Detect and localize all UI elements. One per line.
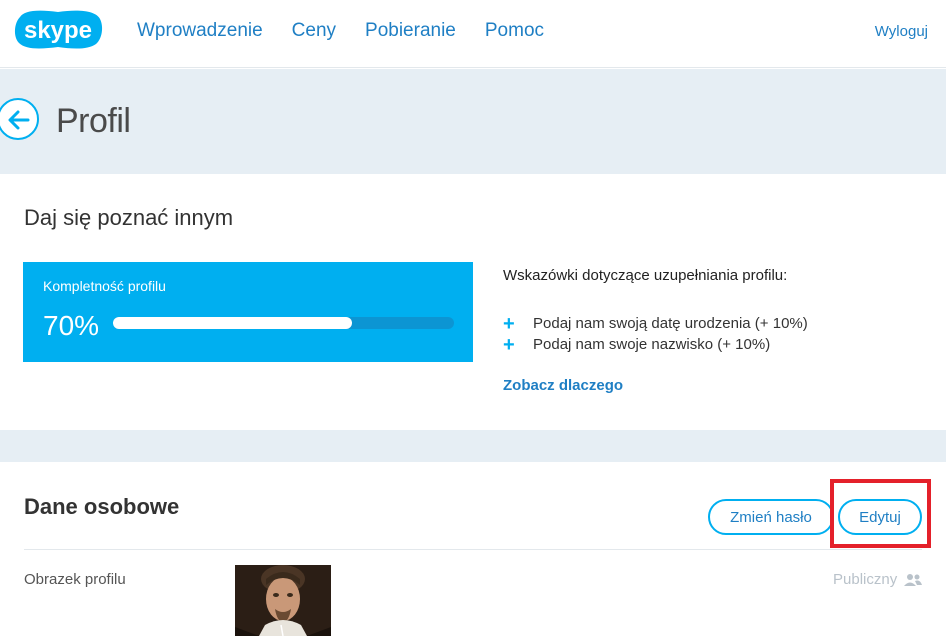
skype-logo[interactable]: skype [12,9,104,51]
section-heading-personal-data: Dane osobowe [24,494,180,519]
main-nav: Wprowadzenie Ceny Pobieranie Pomoc [137,20,544,42]
completeness-percent: 70% [43,310,100,341]
page-title: Profil [56,102,131,140]
list-item[interactable]: + Podaj nam swoje nazwisko (+ 10%) [503,334,808,355]
tip-text: Podaj nam swoje nazwisko (+ 10%) [533,336,771,353]
progress-bar-fill [113,317,352,329]
logout-link[interactable]: Wyloguj [875,23,928,40]
highlight-box [830,479,931,548]
profile-portrait-image [235,565,331,636]
tips-title: Wskazówki dotyczące uzupełniania profilu… [503,267,788,284]
nav-pomoc[interactable]: Pomoc [485,20,544,42]
visibility-label: Publiczny [833,571,898,588]
top-bar: skype Wprowadzenie Ceny Pobieranie Pomoc… [0,0,946,68]
logo-text: skype [24,17,92,44]
plus-icon: + [503,333,515,356]
avatar[interactable] [235,565,331,636]
visibility-status[interactable]: Publiczny [833,571,923,588]
plus-icon: + [503,312,515,335]
arrow-left-icon [8,110,30,130]
tips-list: + Podaj nam swoją datę urodzenia (+ 10%)… [503,313,808,355]
nav-ceny[interactable]: Ceny [292,20,336,42]
divider [24,549,922,550]
page-header-band [0,69,946,174]
nav-wprowadzenie[interactable]: Wprowadzenie [137,20,263,42]
profile-completeness-card: Kompletność profilu 70% [23,262,473,362]
progress-bar [113,317,454,329]
change-password-button[interactable]: Zmień hasło [708,499,834,535]
profile-picture-label: Obrazek profilu [24,571,126,588]
see-why-link[interactable]: Zobacz dlaczego [503,377,623,394]
completeness-label: Kompletność profilu [43,278,166,294]
section-heading-completeness: Daj się poznać innym [24,205,234,230]
section-separator [0,430,946,462]
people-icon [904,573,923,586]
nav-pobieranie[interactable]: Pobieranie [365,20,456,42]
tip-text: Podaj nam swoją datę urodzenia (+ 10%) [533,315,808,332]
list-item[interactable]: + Podaj nam swoją datę urodzenia (+ 10%) [503,313,808,334]
